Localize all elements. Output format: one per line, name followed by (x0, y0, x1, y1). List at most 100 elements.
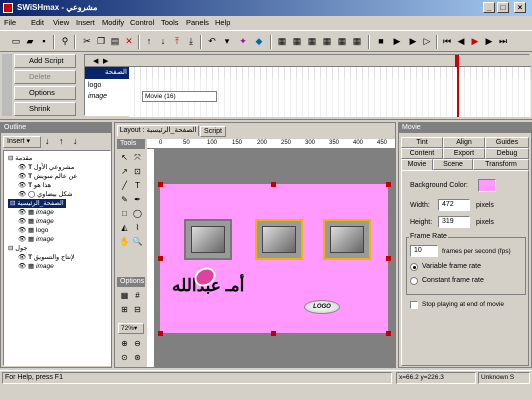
step-icon[interactable]: ▷ (420, 35, 434, 48)
selection-handle[interactable] (386, 331, 391, 336)
ellipse-tool-icon[interactable]: ◯ (131, 207, 144, 220)
tab-debug[interactable]: Debug (485, 148, 529, 159)
insert-scene-icon[interactable]: ▦ (275, 35, 289, 48)
tree-item[interactable]: 👁 T عن عالم سويش (18, 172, 77, 181)
tree-scene-about[interactable]: ⊟ جول (8, 244, 27, 253)
image-thumbnail-3[interactable] (323, 219, 371, 260)
bg-color-swatch[interactable] (478, 179, 496, 192)
zoom-in-icon[interactable]: ⊕ (118, 337, 131, 350)
send-back-icon[interactable]: ⤓ (184, 35, 198, 48)
insert-image-icon[interactable]: ▦ (335, 35, 349, 48)
play-scene-icon[interactable]: ▶ (468, 35, 482, 48)
stage-canvas[interactable]: LOGO أمـ عبدالله (160, 184, 388, 333)
insert-button-icon[interactable]: ▦ (305, 35, 319, 48)
align-icon[interactable]: ⊟ (131, 303, 144, 316)
menu-help[interactable]: Help (215, 18, 230, 27)
save-icon[interactable]: ▪ (37, 35, 51, 48)
constant-rate-radio[interactable] (410, 277, 418, 285)
copy-icon[interactable]: ❐ (94, 35, 108, 48)
timeline-nav-right[interactable]: ▶ (103, 57, 108, 65)
outline-move-up-icon[interactable]: ↑ (59, 136, 64, 146)
grid-icon[interactable]: # (131, 289, 144, 302)
open-folder-icon[interactable]: ▰ (23, 35, 37, 48)
timeline-grid[interactable]: ◀ ▶ الصفحة logo image Movie (16) (84, 54, 531, 117)
tab-movie[interactable]: Movie (401, 159, 433, 170)
height-field[interactable]: 319 (438, 216, 470, 228)
delete-button[interactable]: Delete (14, 70, 76, 84)
subselect-tool-icon[interactable]: ↗ (118, 165, 131, 178)
variable-rate-radio[interactable] (410, 263, 418, 271)
insert-text-icon[interactable]: ▦ (290, 35, 304, 48)
tree-item[interactable]: 👁 ▦ image (18, 262, 54, 271)
rewind-icon[interactable]: ⏮ (440, 35, 454, 48)
tab-export[interactable]: Export (443, 148, 485, 159)
find-icon[interactable]: ⚲ (58, 35, 72, 48)
outline-move-down2-icon[interactable]: ↓ (73, 136, 78, 146)
step-forward-icon[interactable]: ▶ (482, 35, 496, 48)
move-up-icon[interactable]: ↑ (142, 35, 156, 48)
autoshape-tool-icon[interactable]: ◭ (118, 221, 131, 234)
select-tool-icon[interactable]: ↖ (118, 151, 131, 164)
menu-view[interactable]: View (53, 18, 69, 27)
minimize-button[interactable]: _ (483, 2, 495, 13)
delete-icon[interactable]: ✕ (122, 35, 136, 48)
zoom-fit-icon[interactable]: ⊙ (118, 351, 131, 364)
export-icon[interactable]: ◆ (252, 35, 266, 48)
tab-align[interactable]: Align (443, 137, 485, 148)
selection-handle[interactable] (158, 182, 163, 187)
scene-row-label[interactable]: الصفحة (85, 67, 129, 79)
menu-file[interactable]: File (4, 18, 16, 27)
tree-scene-intro[interactable]: ⊟ مقدمة (8, 154, 32, 163)
tab-tint[interactable]: Tint (401, 137, 443, 148)
tree-item[interactable]: 👁 T هذا هو (18, 181, 51, 190)
tree-item[interactable]: 👁 ▦ image (18, 217, 54, 226)
menu-insert[interactable]: Insert (76, 18, 95, 27)
image-thumbnail-2[interactable] (255, 219, 303, 260)
insert-sprite-icon[interactable]: ▦ (320, 35, 334, 48)
menu-panels[interactable]: Panels (186, 18, 209, 27)
tab-guides[interactable]: Guides (485, 137, 529, 148)
hand-tool-icon[interactable]: ✋ (118, 235, 131, 248)
tab-scene[interactable]: Scene (433, 159, 473, 170)
text-tool-icon[interactable]: T (131, 179, 144, 192)
step-back-icon[interactable]: ◀ (454, 35, 468, 48)
new-file-icon[interactable]: ▭ (9, 35, 23, 48)
selection-handle[interactable] (386, 256, 391, 261)
end-icon[interactable]: ⏭ (496, 35, 510, 48)
selection-handle[interactable] (271, 331, 276, 336)
tree-scene-main[interactable]: ⊟ الصفحة_الرئيسية (8, 199, 66, 208)
selection-handle[interactable] (158, 331, 163, 336)
selection-handle[interactable] (271, 182, 276, 187)
transform-tool-icon[interactable]: ⤧ (131, 151, 144, 164)
menu-control[interactable]: Control (130, 18, 154, 27)
image-thumbnail-1[interactable] (184, 219, 232, 260)
tree-item[interactable]: 👁 ▦ image (18, 235, 54, 244)
close-button[interactable]: × (514, 2, 526, 13)
tree-item[interactable]: 👁 T مشروعي الأول (18, 163, 74, 172)
selection-handle[interactable] (386, 182, 391, 187)
tree-item[interactable]: 👁 ◯ شكل بيضاوي (18, 190, 73, 199)
snap-icon[interactable]: ▦ (118, 289, 131, 302)
tab-layout[interactable]: Layout : الصفحة_الرئيسية (117, 125, 199, 136)
insert-dropdown[interactable]: Insert ▾ (3, 136, 41, 148)
timeline-row-image[interactable]: image (88, 91, 107, 103)
scene-row-frames[interactable] (129, 67, 531, 79)
zoom-select[interactable]: 72%▾ (118, 323, 144, 334)
shrink-button[interactable]: Shrink (14, 102, 76, 116)
options-button[interactable]: Options (14, 86, 76, 100)
add-script-button[interactable]: Add Script (14, 54, 76, 68)
guide-icon[interactable]: ⊞ (118, 303, 131, 316)
playhead[interactable] (455, 55, 459, 67)
motion-path-icon[interactable]: ⌇ (131, 221, 144, 234)
tab-script[interactable]: Script (200, 126, 226, 137)
fill-transform-icon[interactable]: ⊡ (131, 165, 144, 178)
bring-front-icon[interactable]: ⤒ (170, 35, 184, 48)
fps-field[interactable]: 10 (410, 245, 438, 257)
menu-edit[interactable]: Edit (31, 18, 44, 27)
rectangle-tool-icon[interactable]: □ (118, 207, 131, 220)
outline-move-down-icon[interactable]: ↓ (45, 136, 50, 146)
line-tool-icon[interactable]: ╱ (118, 179, 131, 192)
tree-item[interactable]: 👁 ▦ image (18, 208, 54, 217)
zoom-tool-icon[interactable]: 🔍 (131, 235, 144, 248)
maximize-button[interactable]: □ (497, 2, 509, 13)
